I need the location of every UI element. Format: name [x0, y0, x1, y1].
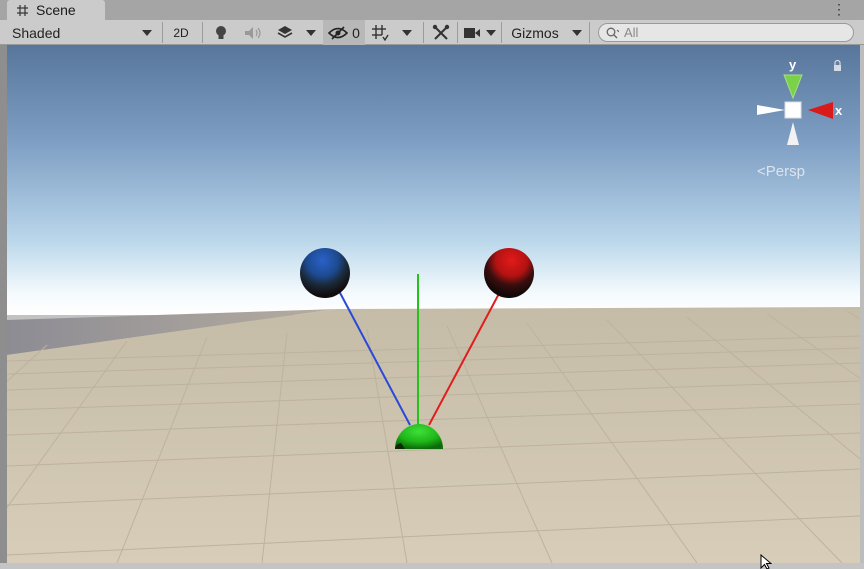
grid-snap-button[interactable]	[367, 20, 393, 45]
search-input[interactable]: All	[598, 23, 854, 42]
effects-toggle-button[interactable]	[271, 20, 299, 45]
tab-scene[interactable]: Scene	[7, 0, 105, 20]
red-sphere[interactable]	[484, 248, 534, 298]
grid-dropdown[interactable]	[397, 20, 417, 45]
lock-icon[interactable]	[834, 65, 841, 71]
more-options-icon[interactable]: ⋮	[832, 0, 846, 18]
gizmo-x-label: x	[835, 103, 843, 118]
gizmo-center-cube[interactable]	[784, 101, 802, 119]
chevron-down-icon	[402, 29, 412, 36]
chevron-down-icon	[142, 29, 152, 36]
bottom-edge	[0, 563, 864, 569]
tools-button[interactable]	[428, 20, 454, 45]
effects-layers-icon	[277, 26, 293, 38]
gizmos-label: Gizmos	[511, 24, 559, 41]
left-edge	[0, 45, 7, 563]
chevron-down-icon	[572, 29, 582, 36]
gizmos-dropdown[interactable]	[568, 20, 586, 45]
tools-icon	[432, 24, 450, 40]
draw-mode-dropdown[interactable]: Shaded	[4, 20, 158, 45]
chevron-left-icon: <	[757, 163, 766, 180]
projection-toggle[interactable]: <Persp	[757, 163, 805, 180]
grid-hash-icon	[16, 4, 32, 17]
gizmos-button[interactable]: Gizmos	[504, 20, 566, 45]
draw-mode-label: Shaded	[12, 24, 61, 41]
sky	[7, 45, 860, 315]
scene-visibility-button[interactable]: 0	[323, 20, 365, 45]
camera-icon	[464, 27, 480, 38]
projection-label: Persp	[765, 163, 805, 180]
grid-snap-icon	[372, 24, 389, 41]
search-icon	[606, 27, 619, 38]
2d-toggle-button[interactable]: 2D	[167, 20, 195, 45]
right-edge	[860, 45, 864, 563]
camera-button[interactable]	[461, 20, 483, 45]
effects-dropdown[interactable]	[302, 20, 320, 45]
eye-hidden-icon	[328, 25, 349, 40]
lightbulb-icon	[216, 25, 226, 39]
2d-toggle-label: 2D	[173, 25, 189, 40]
lighting-toggle-button[interactable]	[207, 20, 235, 45]
tab-bar: Scene ⋮	[0, 0, 864, 20]
scene-viewport[interactable]: y x	[7, 45, 860, 563]
search-placeholder: All	[624, 25, 639, 40]
scene-canvas[interactable]: y x	[7, 45, 860, 563]
gizmo-y-label: y	[789, 57, 797, 72]
camera-dropdown[interactable]	[483, 20, 499, 45]
mouse-cursor-icon	[760, 554, 772, 569]
tab-scene-label: Scene	[36, 2, 76, 18]
blue-sphere[interactable]	[300, 248, 350, 298]
speaker-icon	[245, 26, 261, 39]
chevron-down-icon	[486, 29, 496, 36]
hidden-count: 0	[352, 24, 360, 41]
chevron-down-icon	[306, 29, 316, 36]
audio-toggle-button[interactable]	[239, 20, 267, 45]
